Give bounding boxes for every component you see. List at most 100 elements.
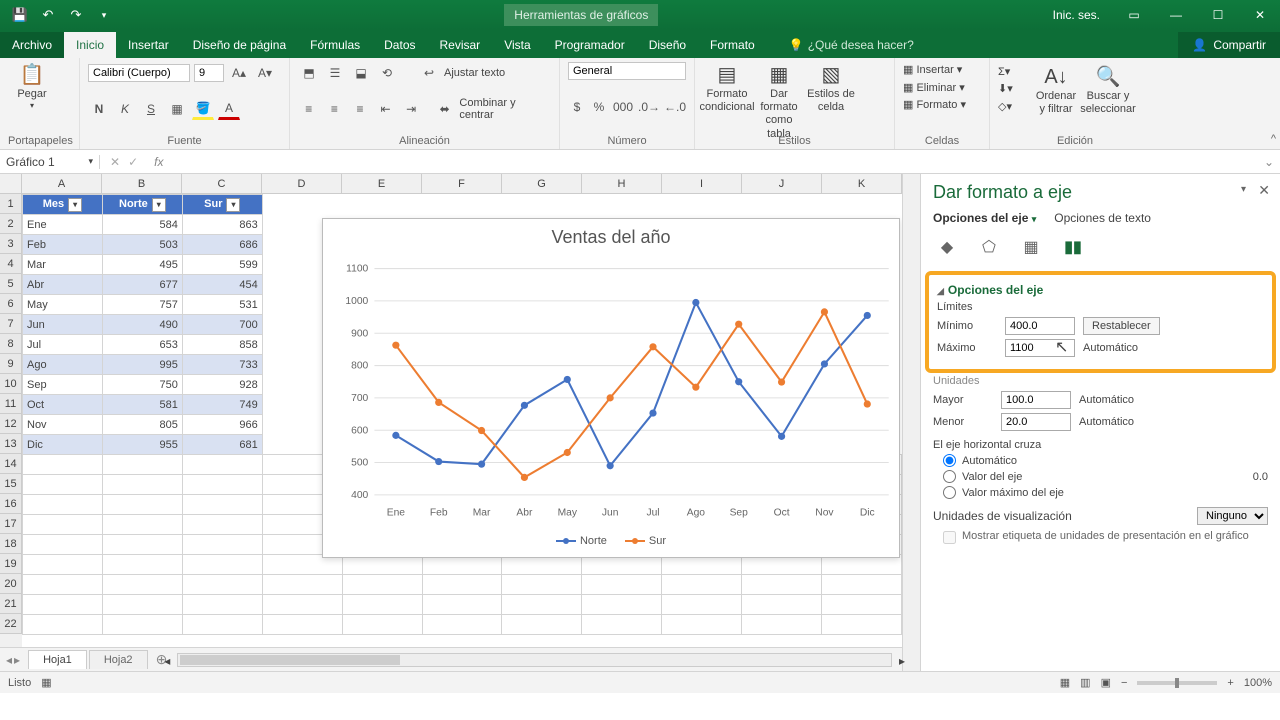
- view-normal-icon[interactable]: ▦: [1060, 676, 1070, 689]
- chart-title[interactable]: Ventas del año: [323, 219, 899, 252]
- zoom-level[interactable]: 100%: [1244, 677, 1272, 689]
- enter-formula-icon[interactable]: ✓: [128, 155, 138, 169]
- tab-formulas[interactable]: Fórmulas: [298, 32, 372, 58]
- size-properties-icon[interactable]: ▦: [1017, 233, 1045, 261]
- percent-icon[interactable]: %: [590, 96, 608, 118]
- max-input[interactable]: [1005, 339, 1075, 357]
- tab-chart-design[interactable]: Diseño: [637, 32, 698, 58]
- axis-options-section[interactable]: Opciones del eje: [937, 283, 1264, 297]
- fill-color-icon[interactable]: 🪣: [192, 98, 214, 120]
- increase-font-icon[interactable]: A▴: [228, 62, 250, 84]
- chart-legend[interactable]: Norte Sur: [323, 535, 899, 547]
- wrap-text-label[interactable]: Ajustar texto: [444, 67, 505, 79]
- sign-in-button[interactable]: Inic. ses.: [1039, 8, 1114, 22]
- row-headers[interactable]: 12345678910111213141516171819202122: [0, 194, 22, 647]
- min-reset-button[interactable]: Restablecer: [1083, 317, 1160, 335]
- ribbon-display-icon[interactable]: ▭: [1114, 0, 1154, 30]
- conditional-formatting-button[interactable]: ▤Formato condicional: [703, 62, 751, 114]
- tab-developer[interactable]: Programador: [543, 32, 637, 58]
- cross-auto-radio[interactable]: [943, 454, 956, 467]
- tab-page-layout[interactable]: Diseño de página: [181, 32, 298, 58]
- embedded-chart[interactable]: Ventas del año 4005006007008009001000110…: [322, 218, 900, 558]
- tab-data[interactable]: Datos: [372, 32, 427, 58]
- font-size-dropdown[interactable]: [194, 64, 224, 82]
- font-color-icon[interactable]: A: [218, 98, 240, 120]
- format-cells-button[interactable]: ▦ Formato ▾: [903, 97, 981, 115]
- pane-menu-icon[interactable]: ▾: [1241, 184, 1246, 195]
- italic-icon[interactable]: K: [114, 98, 136, 120]
- close-icon[interactable]: ✕: [1240, 0, 1280, 30]
- currency-icon[interactable]: $: [568, 96, 586, 118]
- font-name-dropdown[interactable]: [88, 64, 190, 82]
- save-icon[interactable]: 💾: [8, 3, 32, 27]
- orientation-icon[interactable]: ⟲: [376, 62, 398, 84]
- align-left-icon[interactable]: ≡: [298, 98, 320, 120]
- qat-customize-icon[interactable]: ▾: [92, 3, 116, 27]
- collapse-ribbon-icon[interactable]: ^: [1271, 133, 1276, 145]
- delete-cells-button[interactable]: ▦ Eliminar ▾: [903, 80, 981, 98]
- fill-line-icon[interactable]: ◆: [933, 233, 961, 261]
- comma-icon[interactable]: 000: [612, 96, 634, 118]
- cross-max-radio[interactable]: [943, 486, 956, 499]
- cross-value-field[interactable]: 0.0: [1253, 471, 1268, 483]
- redo-icon[interactable]: ↷: [64, 3, 88, 27]
- increase-indent-icon[interactable]: ⇥: [400, 98, 422, 120]
- decrease-decimal-icon[interactable]: ←.0: [664, 96, 686, 118]
- column-headers[interactable]: ABCDEFGHIJK: [22, 174, 902, 194]
- zoom-in-icon[interactable]: +: [1227, 677, 1233, 689]
- chart-plot-area[interactable]: 40050060070080090010001100EneFebMarAbrMa…: [323, 252, 899, 532]
- view-page-layout-icon[interactable]: ▥: [1080, 676, 1090, 689]
- maximize-icon[interactable]: ☐: [1198, 0, 1238, 30]
- legend-item-norte[interactable]: Norte: [556, 535, 607, 547]
- cell-styles-button[interactable]: ▧Estilos de celda: [807, 62, 855, 114]
- tab-view[interactable]: Vista: [492, 32, 542, 58]
- merge-label[interactable]: Combinar y centrar: [459, 97, 551, 121]
- cancel-formula-icon[interactable]: ✕: [110, 155, 120, 169]
- tab-insert[interactable]: Insertar: [116, 32, 181, 58]
- share-button[interactable]: 👤 Compartir: [1178, 32, 1280, 58]
- axis-options-icon[interactable]: ▮▮: [1059, 233, 1087, 261]
- align-right-icon[interactable]: ≡: [349, 98, 371, 120]
- tab-review[interactable]: Revisar: [428, 32, 493, 58]
- zoom-out-icon[interactable]: −: [1121, 677, 1127, 689]
- min-input[interactable]: [1005, 317, 1075, 335]
- wrap-text-icon[interactable]: ↩: [418, 62, 440, 84]
- decrease-indent-icon[interactable]: ⇤: [375, 98, 397, 120]
- clear-icon[interactable]: ◇▾: [998, 99, 1028, 117]
- align-middle-icon[interactable]: ☰: [324, 62, 346, 84]
- bold-icon[interactable]: N: [88, 98, 110, 120]
- autosum-icon[interactable]: Σ▾: [998, 64, 1028, 82]
- fill-icon[interactable]: ⬇▾: [998, 81, 1028, 99]
- text-options-tab[interactable]: Opciones de texto: [1054, 211, 1151, 225]
- align-center-icon[interactable]: ≡: [324, 98, 346, 120]
- merge-icon[interactable]: ⬌: [434, 98, 456, 120]
- tab-home[interactable]: Inicio: [64, 32, 116, 58]
- axis-options-tab[interactable]: Opciones del eje ▾: [933, 211, 1036, 225]
- fx-icon[interactable]: fx: [148, 155, 169, 169]
- cells-area[interactable]: Mes▾Norte▾Sur▾Ene584863Feb503686Mar49559…: [22, 194, 902, 647]
- border-icon[interactable]: ▦: [166, 98, 188, 120]
- sheet-nav[interactable]: ◂▸: [0, 653, 26, 667]
- tab-file[interactable]: Archivo: [0, 32, 64, 58]
- minimize-icon[interactable]: ―: [1156, 0, 1196, 30]
- minor-input[interactable]: [1001, 413, 1071, 431]
- display-units-dropdown[interactable]: Ninguno: [1197, 507, 1268, 525]
- major-input[interactable]: [1001, 391, 1071, 409]
- vertical-scrollbar[interactable]: [902, 174, 920, 671]
- sheet-tab-2[interactable]: Hoja2: [89, 650, 148, 669]
- sheet-tab-1[interactable]: Hoja1: [28, 650, 87, 669]
- undo-icon[interactable]: ↶: [36, 3, 60, 27]
- name-box[interactable]: Gráfico 1▾: [0, 155, 100, 169]
- select-all-corner[interactable]: [0, 174, 22, 194]
- tell-me-search[interactable]: 💡 ¿Qué desea hacer?: [779, 32, 924, 58]
- pane-close-icon[interactable]: ✕: [1258, 182, 1270, 199]
- align-top-icon[interactable]: ⬒: [298, 62, 320, 84]
- legend-item-sur[interactable]: Sur: [625, 535, 666, 547]
- insert-cells-button[interactable]: ▦ Insertar ▾: [903, 62, 981, 80]
- expand-formula-bar-icon[interactable]: ⌄: [1258, 155, 1280, 169]
- horizontal-scrollbar[interactable]: ◂▸: [177, 653, 892, 667]
- decrease-font-icon[interactable]: A▾: [254, 62, 276, 84]
- align-bottom-icon[interactable]: ⬓: [350, 62, 372, 84]
- increase-decimal-icon[interactable]: .0→: [638, 96, 660, 118]
- format-as-table-button[interactable]: ▦Dar formato como tabla: [755, 62, 803, 141]
